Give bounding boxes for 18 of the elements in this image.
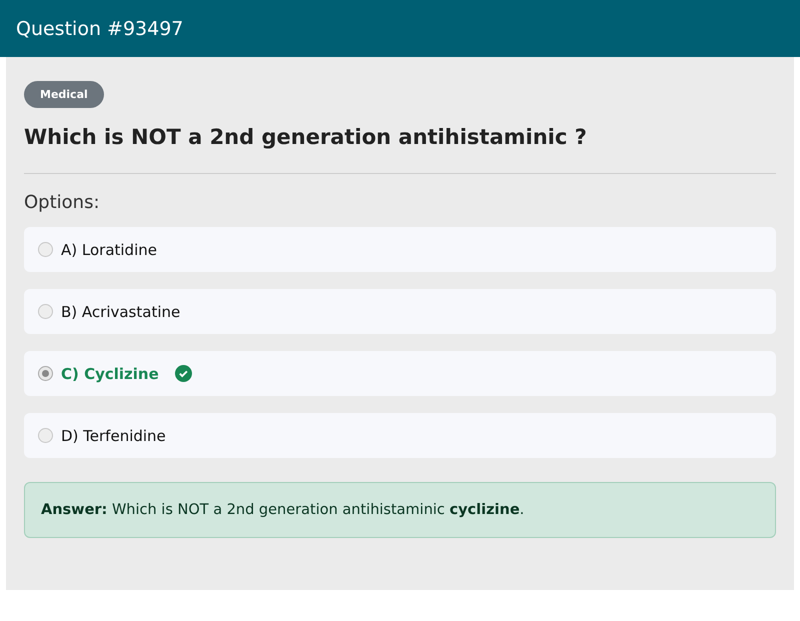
radio-button[interactable] [38, 366, 53, 381]
question-text: Which is NOT a 2nd generation antihistaminic ? [24, 125, 588, 149]
option-row[interactable]: A) Loratidine [24, 227, 776, 272]
option-label: B) Acrivastatine [61, 302, 180, 320]
check-circle-icon [174, 365, 192, 382]
option-label: D) Terfenidine [61, 426, 166, 444]
option-label: A) Loratidine [61, 240, 157, 258]
radio-button[interactable] [38, 304, 53, 319]
option-label: C) Cyclizine [61, 364, 159, 382]
page-title: Question #93497 [16, 18, 184, 40]
option-row[interactable]: C) Cyclizine [24, 351, 776, 396]
radio-button[interactable] [38, 242, 53, 257]
option-row[interactable]: D) Terfenidine [24, 413, 776, 458]
option-row[interactable]: B) Acrivastatine [24, 289, 776, 334]
answer-text: Answer: Which is NOT a 2nd generation antihistaminic cyclizine. [24, 482, 776, 538]
category-badge: Medical [24, 81, 104, 108]
radio-button[interactable] [38, 428, 53, 443]
options-heading: Options: [24, 192, 101, 213]
